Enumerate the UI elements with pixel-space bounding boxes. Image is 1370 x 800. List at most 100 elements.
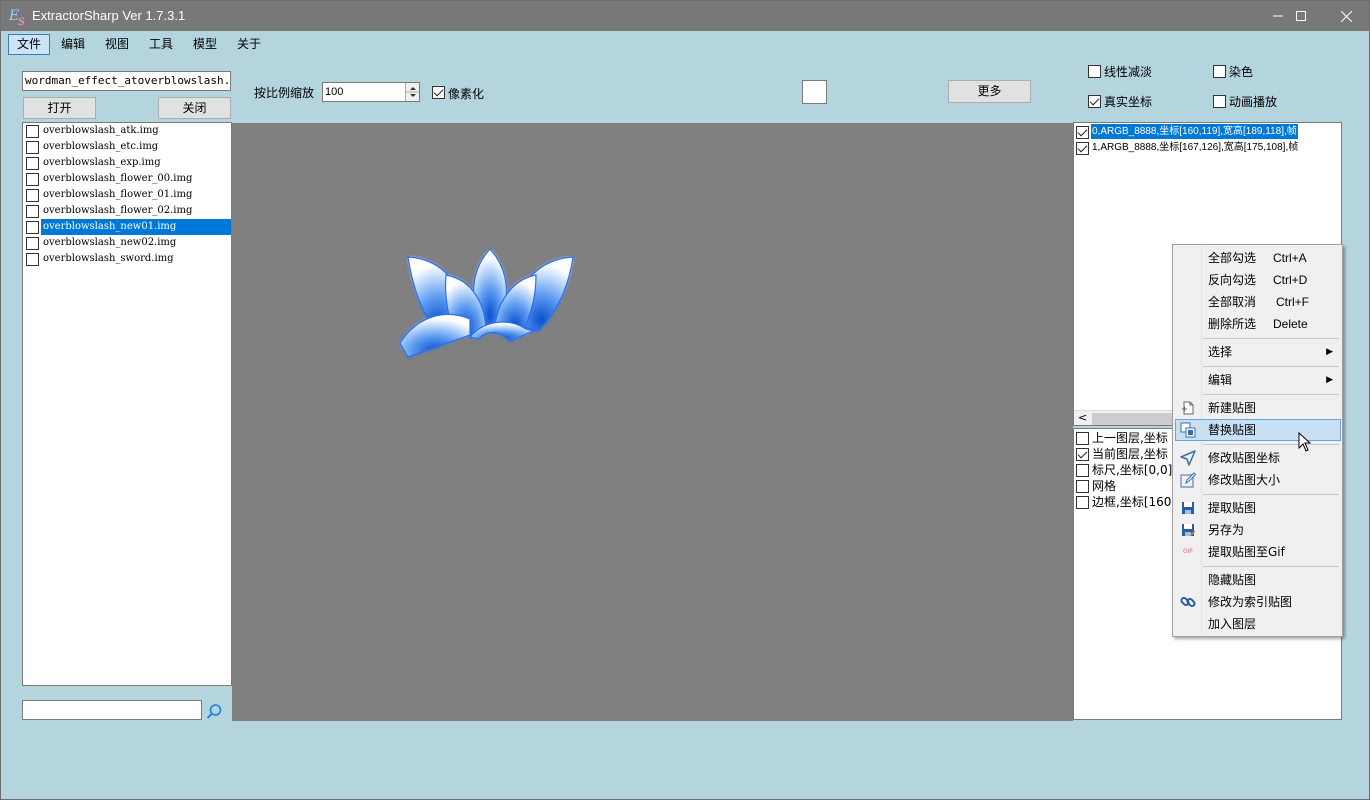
layer-checkbox[interactable] (1076, 464, 1089, 477)
menu-item-hide-image[interactable]: 隐藏贴图 (1175, 569, 1341, 591)
link-icon (1180, 596, 1196, 608)
real-coords-checkbox[interactable] (1088, 95, 1101, 108)
menu-item-edit[interactable]: 编辑 ▶ (1175, 369, 1341, 391)
file-checkbox[interactable] (26, 189, 39, 202)
frame-row[interactable]: 1,ARGB_8888,坐标[167,126],宽高[175,108],帧 (1074, 140, 1341, 156)
list-item[interactable]: overblowslash_etc.img (23, 139, 231, 155)
layer-checkbox[interactable] (1076, 432, 1089, 445)
frame-list-hscrollbar[interactable]: < (1074, 410, 1174, 425)
menu-item-label: 修改贴图坐标 (1208, 451, 1281, 465)
menu-item-label: 选择 (1208, 345, 1233, 359)
menu-item-label: 新建贴图 (1208, 401, 1257, 415)
menu-file[interactable]: 文件 (8, 34, 51, 55)
menu-item-label: 替换贴图 (1208, 423, 1257, 437)
menu-item-add-layer[interactable]: 加入图层 (1175, 613, 1341, 635)
list-item[interactable]: overblowslash_new02.img (23, 235, 231, 251)
list-item-selected[interactable]: overblowslash_new01.img (23, 219, 231, 235)
animate-label: 动画播放 (1229, 95, 1278, 109)
npk-path-field[interactable]: wordman_effect_atoverblowslash.NPK (22, 71, 231, 91)
search-input[interactable] (22, 700, 202, 720)
menu-item-check-all[interactable]: 全部勾选 Ctrl+A (1175, 247, 1341, 269)
file-checkbox[interactable] (26, 237, 39, 250)
gif-icon: GIF (1183, 549, 1193, 555)
menu-separator (1203, 444, 1339, 445)
menu-edit[interactable]: 编辑 (52, 34, 94, 55)
frame-info: 1,ARGB_8888,坐标[167,126],宽高[175,108],帧 (1092, 142, 1299, 153)
menu-tools[interactable]: 工具 (140, 34, 182, 55)
scroll-left-icon[interactable]: < (1078, 411, 1087, 424)
dye-checkbox[interactable] (1213, 65, 1226, 78)
layer-checkbox[interactable] (1076, 480, 1089, 493)
menu-item-label: 提取贴图 (1208, 501, 1257, 515)
layer-label: 网格 (1092, 479, 1117, 493)
menu-item-delete-selected[interactable]: 删除所选 Delete (1175, 313, 1341, 335)
close-icon (1340, 10, 1352, 22)
menu-about[interactable]: 关于 (228, 34, 270, 55)
list-item[interactable]: overblowslash_exp.img (23, 155, 231, 171)
menu-view[interactable]: 视图 (96, 34, 138, 55)
file-checkbox[interactable] (26, 125, 39, 138)
list-item[interactable]: overblowslash_atk.img (23, 123, 231, 139)
list-item[interactable]: overblowslash_flower_02.img (23, 203, 231, 219)
replace-image-icon (1180, 422, 1196, 438)
layer-label: 上一图层,坐标 (1092, 431, 1168, 445)
menu-item-extract-image[interactable]: 提取贴图 (1175, 497, 1341, 519)
file-checkbox[interactable] (26, 221, 39, 234)
menu-bar: 文件 编辑 视图 工具 模型 关于 (1, 31, 1369, 57)
menu-item-to-index-image[interactable]: 修改为索引贴图 (1175, 591, 1341, 613)
scroll-thumb[interactable] (1092, 413, 1172, 425)
menu-item-save-as[interactable]: 另存为 (1175, 519, 1341, 541)
frame-checkbox[interactable] (1076, 126, 1089, 139)
more-button[interactable]: 更多 (948, 80, 1031, 103)
menu-item-label: 另存为 (1208, 523, 1245, 537)
menu-item-replace-image[interactable]: 替换贴图 (1175, 419, 1341, 441)
menu-separator (1203, 366, 1339, 367)
list-item[interactable]: overblowslash_flower_00.img (23, 171, 231, 187)
close-window-button[interactable] (1323, 1, 1369, 31)
menu-item-uncheck-all[interactable]: 全部取消 Ctrl+F (1175, 291, 1341, 313)
spin-arrows-icon (406, 87, 419, 97)
menu-item-select[interactable]: 选择 ▶ (1175, 341, 1341, 363)
window-title: ExtractorSharp Ver 1.7.3.1 (32, 8, 186, 23)
menu-item-label: 加入图层 (1208, 617, 1257, 631)
scale-spin-buttons[interactable] (405, 83, 419, 101)
menu-item-edit-coords[interactable]: 修改贴图坐标 (1175, 447, 1341, 469)
menu-item-new-image[interactable]: 新建贴图 (1175, 397, 1341, 419)
layer-label: 标尺,坐标[0,0] (1092, 463, 1173, 477)
search-icon[interactable] (206, 703, 223, 720)
list-item[interactable]: overblowslash_sword.img (23, 251, 231, 267)
color-swatch[interactable] (802, 80, 827, 104)
scale-stepper[interactable]: 100 (322, 82, 420, 102)
animate-checkbox[interactable] (1213, 95, 1226, 108)
close-button[interactable]: 关闭 (158, 97, 231, 119)
menu-item-label: 删除所选 (1208, 317, 1257, 331)
file-checkbox[interactable] (26, 157, 39, 170)
file-checkbox[interactable] (26, 253, 39, 266)
frame-info: 0,ARGB_8888,坐标[160,119],宽高[189,118],帧 (1091, 124, 1298, 139)
img-file-list[interactable]: overblowslash_atk.img overblowslash_etc.… (22, 122, 232, 686)
menu-item-label: 全部取消 (1208, 295, 1257, 309)
layer-checkbox[interactable] (1076, 448, 1089, 461)
file-name: overblowslash_sword.img (43, 253, 174, 264)
frame-row-selected[interactable]: 0,ARGB_8888,坐标[160,119],宽高[189,118],帧 (1074, 124, 1341, 140)
layer-checkbox[interactable] (1076, 496, 1089, 509)
file-checkbox[interactable] (26, 141, 39, 154)
menu-item-extract-gif[interactable]: GIF 提取贴图至Gif (1175, 541, 1341, 563)
menu-item-label: 全部勾选 (1208, 251, 1257, 265)
title-bar[interactable]: E S ExtractorSharp Ver 1.7.3.1 (1, 1, 1369, 31)
maximize-button[interactable] (1278, 1, 1324, 31)
menu-model[interactable]: 模型 (184, 34, 226, 55)
file-checkbox[interactable] (26, 173, 39, 186)
list-item[interactable]: overblowslash_flower_01.img (23, 187, 231, 203)
frame-checkbox[interactable] (1076, 142, 1089, 155)
menu-item-invert-check[interactable]: 反向勾选 Ctrl+D (1175, 269, 1341, 291)
pixelate-checkbox[interactable] (432, 86, 445, 99)
linear-fade-checkbox[interactable] (1088, 65, 1101, 78)
preview-canvas[interactable] (232, 123, 1073, 721)
menu-item-edit-size[interactable]: 修改贴图大小 (1175, 469, 1341, 491)
scale-value: 100 (325, 86, 344, 98)
open-button[interactable]: 打开 (23, 97, 96, 119)
shortcut-label: Delete (1273, 317, 1308, 331)
file-checkbox[interactable] (26, 205, 39, 218)
app-window: E S ExtractorSharp Ver 1.7.3.1 文件 编辑 视图 … (0, 0, 1370, 800)
